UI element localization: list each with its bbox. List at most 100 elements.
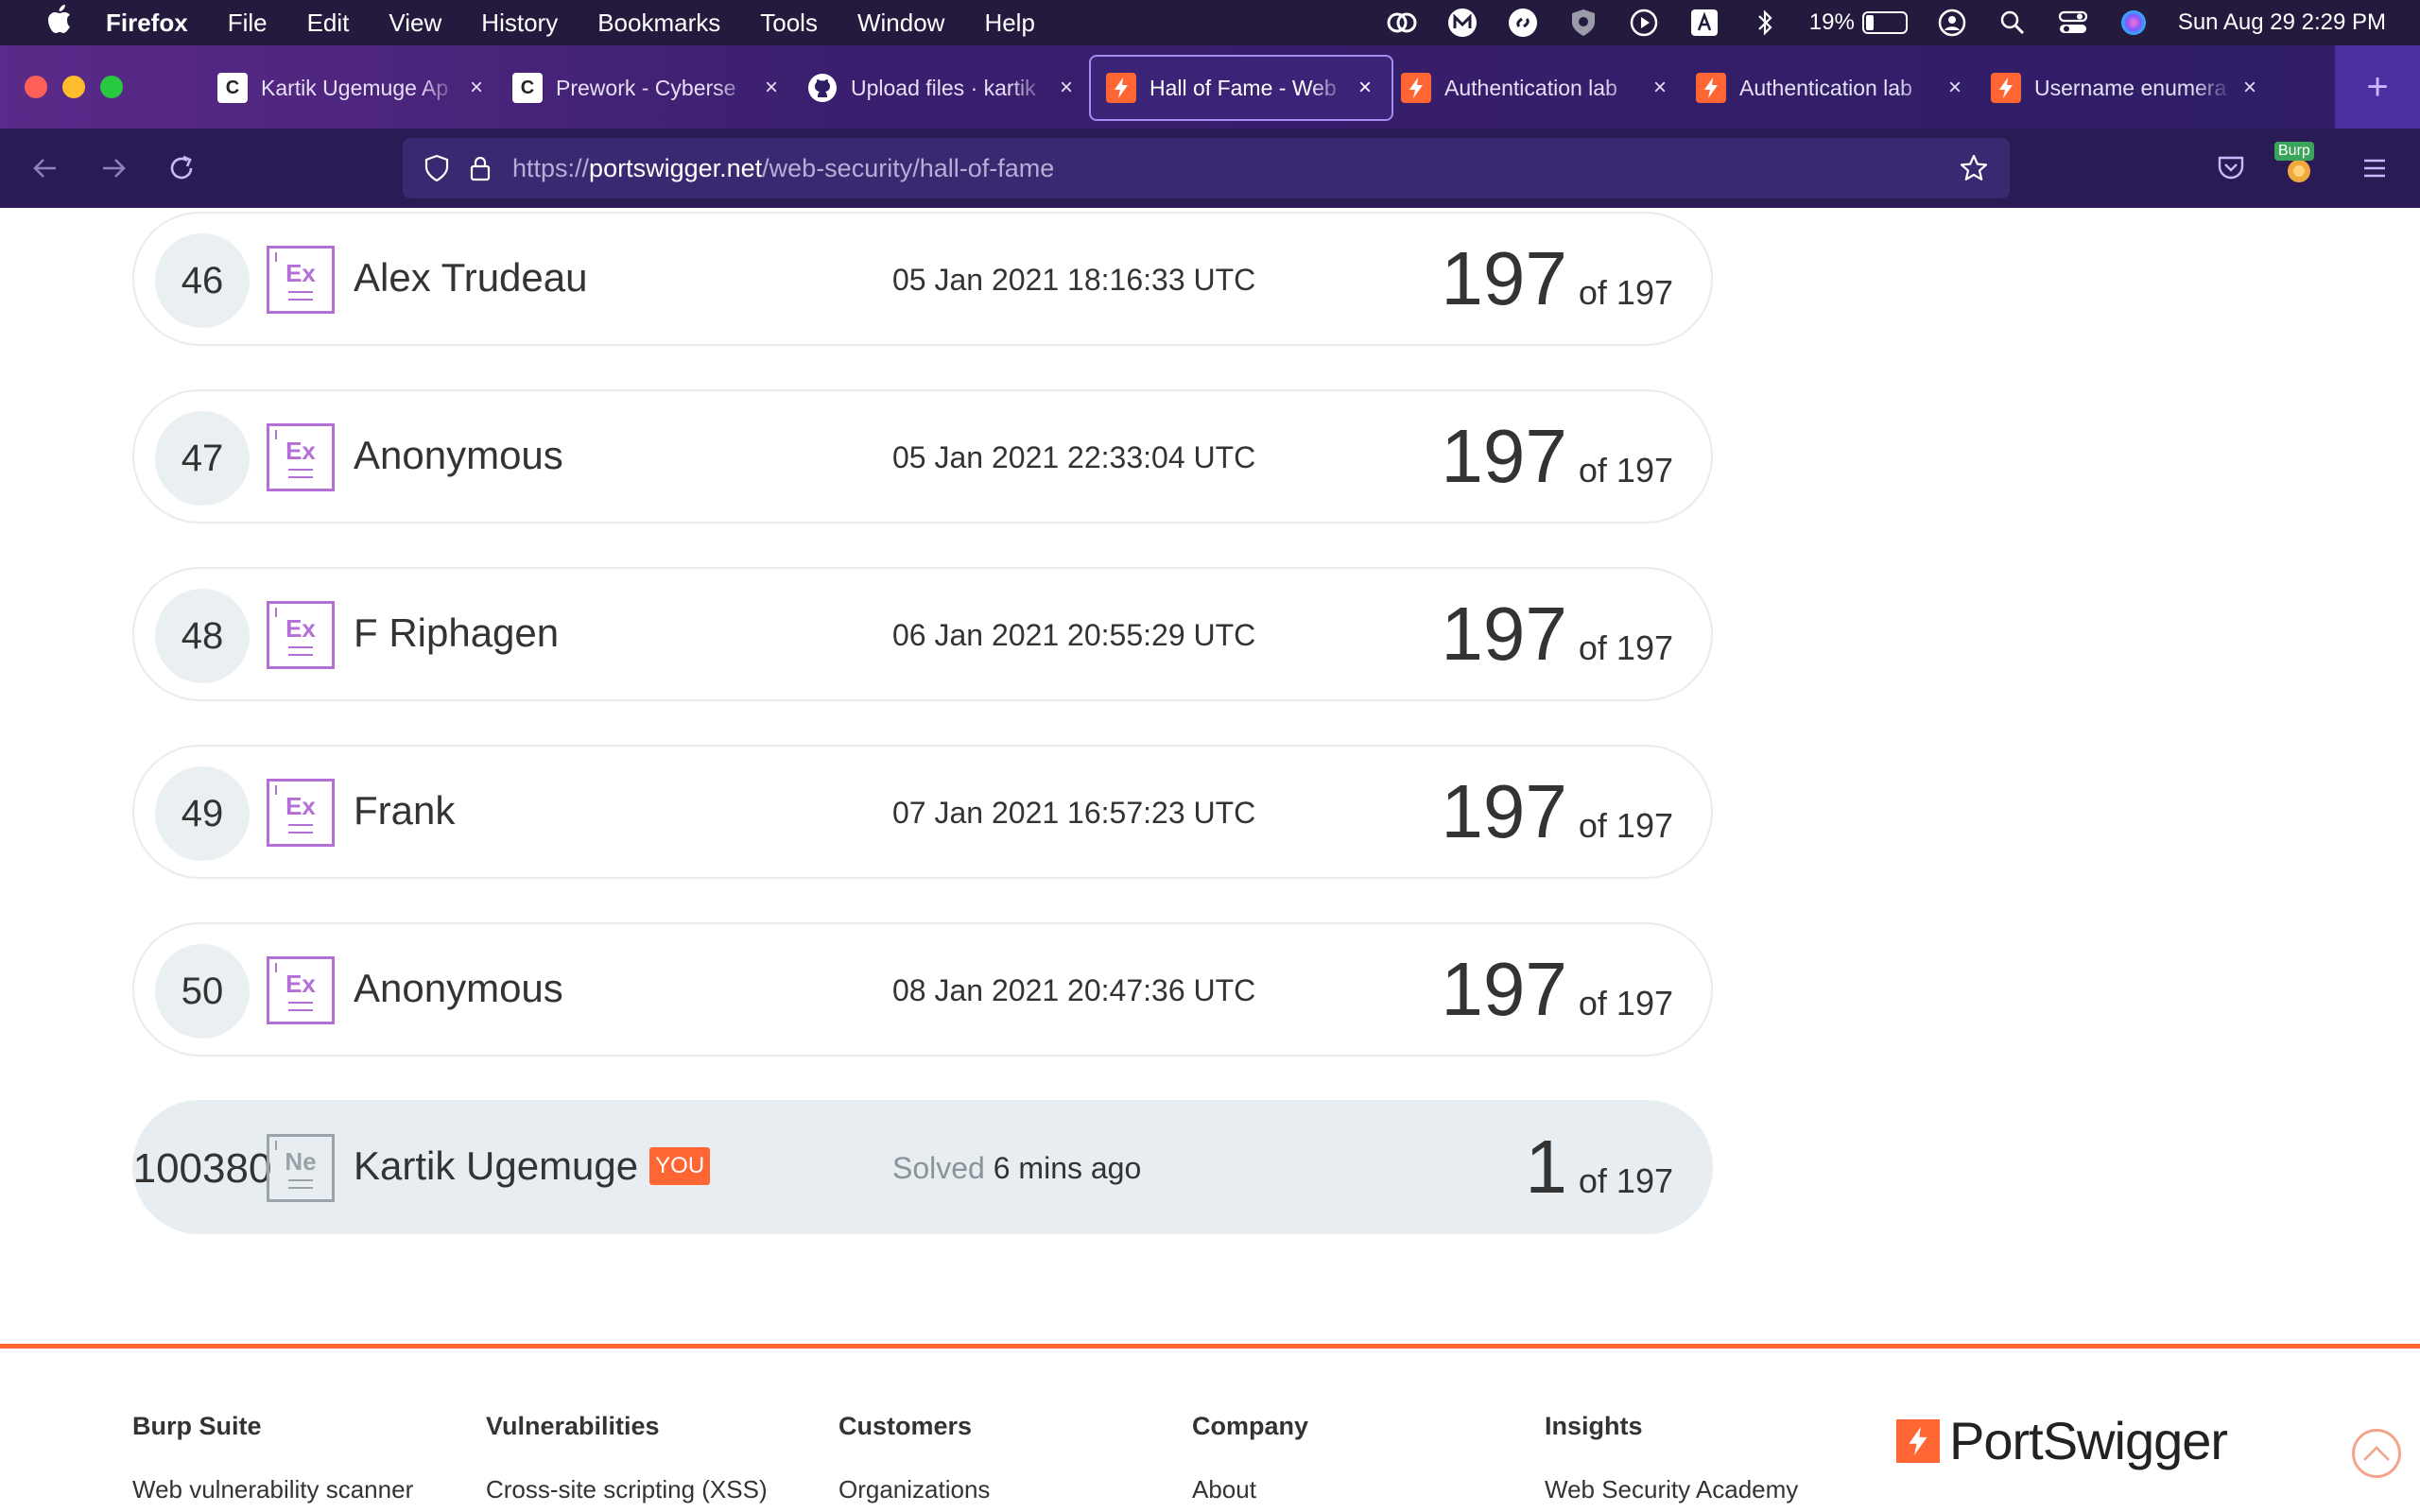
tab-close-icon[interactable]: × bbox=[1944, 75, 1966, 101]
scroll-to-top-button[interactable] bbox=[2352, 1429, 2401, 1478]
footer-heading: Insights bbox=[1545, 1412, 1643, 1440]
tab-close-icon[interactable]: × bbox=[465, 75, 488, 101]
user-name: Kartik Ugemuge YOU bbox=[354, 1143, 711, 1189]
back-arrow-icon[interactable] bbox=[25, 147, 66, 189]
leaderboard-row: 48 Ex F Riphagen 06 Jan 2021 20:55:29 UT… bbox=[132, 567, 1713, 701]
new-tab-button[interactable]: + bbox=[2335, 45, 2420, 129]
menu-view[interactable]: View bbox=[389, 9, 441, 38]
tracking-protection-shield-icon[interactable] bbox=[416, 147, 458, 189]
tab-hall-of-fame[interactable]: Hall of Fame - Web × bbox=[1089, 55, 1393, 121]
control-center-icon[interactable] bbox=[2057, 7, 2089, 39]
solved-score: 197 of 197 bbox=[1441, 236, 1673, 321]
user-name: Anonymous bbox=[354, 966, 563, 1011]
tab-close-icon[interactable]: × bbox=[1354, 75, 1376, 101]
menu-window[interactable]: Window bbox=[857, 9, 944, 38]
tab-title: Authentication lab bbox=[1444, 75, 1617, 100]
menu-file[interactable]: File bbox=[228, 9, 268, 38]
badge-code: Ex bbox=[285, 614, 316, 643]
footer-column-company: Company About bbox=[1192, 1412, 1308, 1504]
score-value: 1 bbox=[1525, 1125, 1567, 1209]
completion-date: 08 Jan 2021 20:47:36 UTC bbox=[892, 973, 1256, 1007]
expert-badge-icon: Ex bbox=[267, 423, 335, 491]
menu-tools[interactable]: Tools bbox=[760, 9, 818, 38]
battery-indicator[interactable]: 19% bbox=[1809, 9, 1908, 36]
tab-close-icon[interactable]: × bbox=[2238, 75, 2261, 101]
solved-time: Solved 6 mins ago bbox=[892, 1151, 1141, 1186]
siri-icon[interactable] bbox=[2118, 7, 2150, 39]
zoom-window-button[interactable] bbox=[100, 76, 123, 98]
hamburger-menu-icon[interactable] bbox=[2354, 147, 2395, 189]
menu-history[interactable]: History bbox=[481, 9, 558, 38]
menu-firefox[interactable]: Firefox bbox=[106, 9, 188, 38]
badge-code: Ex bbox=[285, 792, 316, 820]
spotlight-search-icon[interactable] bbox=[1996, 7, 2029, 39]
tab-authentication-lab-2[interactable]: Authentication lab × bbox=[1681, 55, 1981, 121]
tab-prework[interactable]: C Prework - Cyberse × bbox=[497, 55, 798, 121]
tab-title: Username enumera bbox=[2034, 75, 2227, 100]
github-favicon-icon bbox=[807, 73, 838, 103]
portswigger-favicon-icon bbox=[1106, 73, 1136, 103]
footer-heading: Company bbox=[1192, 1412, 1309, 1440]
footer-link[interactable]: Cross-site scripting (XSS) bbox=[486, 1475, 768, 1504]
footer-column-customers: Customers Organizations bbox=[838, 1412, 990, 1504]
tab-close-icon[interactable]: × bbox=[1649, 75, 1671, 101]
tab-upload-files[interactable]: Upload files · kartik × bbox=[792, 55, 1093, 121]
user-name-text: Frank bbox=[354, 788, 456, 833]
you-tag: YOU bbox=[649, 1147, 711, 1185]
creative-cloud-icon[interactable] bbox=[1386, 7, 1418, 39]
footer-link[interactable]: About bbox=[1192, 1475, 1308, 1504]
tab-title: Authentication lab bbox=[1739, 75, 1912, 100]
codepath-favicon-icon: C bbox=[512, 73, 543, 103]
score-value: 197 bbox=[1441, 414, 1567, 498]
minimize-window-button[interactable] bbox=[62, 76, 85, 98]
footer-link[interactable]: Organizations bbox=[838, 1475, 990, 1504]
tab-authentication-lab-1[interactable]: Authentication lab × bbox=[1386, 55, 1686, 121]
user-name: Frank bbox=[354, 788, 455, 833]
footer-link[interactable]: Web vulnerability scanner bbox=[132, 1475, 413, 1504]
tab-kartik-ugemuge[interactable]: C Kartik Ugemuge Ap × bbox=[202, 55, 503, 121]
pocket-icon[interactable] bbox=[2210, 147, 2252, 189]
burp-extension-icon[interactable]: Burp bbox=[2274, 142, 2320, 189]
brand-wordmark: PortSwigger bbox=[1949, 1411, 2228, 1470]
portswigger-logo[interactable]: PortSwigger bbox=[1896, 1410, 2228, 1471]
tab-close-icon[interactable]: × bbox=[1055, 75, 1078, 101]
footer-link[interactable]: Web Security Academy bbox=[1545, 1475, 1798, 1504]
leaderboard-row: 46 Ex Alex Trudeau 05 Jan 2021 18:16:33 … bbox=[132, 212, 1713, 346]
user-account-icon[interactable] bbox=[1936, 7, 1968, 39]
menu-bookmarks[interactable]: Bookmarks bbox=[597, 9, 720, 38]
solved-score: 197 of 197 bbox=[1441, 947, 1673, 1032]
apple-menu-icon[interactable] bbox=[40, 4, 78, 42]
lock-icon[interactable] bbox=[459, 147, 501, 189]
mail-m-icon[interactable] bbox=[1446, 7, 1478, 39]
tab-title: Prework - Cyberse bbox=[556, 75, 736, 100]
rank-number: 50 bbox=[155, 944, 250, 1039]
url-path: /web-security/hall-of-fame bbox=[762, 153, 1055, 182]
bookmark-star-icon[interactable] bbox=[1953, 147, 1995, 189]
reload-icon[interactable] bbox=[161, 147, 202, 189]
play-circle-icon[interactable] bbox=[1628, 7, 1660, 39]
shazam-icon[interactable] bbox=[1507, 7, 1539, 39]
input-source-a-icon[interactable] bbox=[1688, 7, 1720, 39]
expert-badge-icon: Ex bbox=[267, 601, 335, 669]
url-text[interactable]: https://portswigger.net/web-security/hal… bbox=[512, 154, 1054, 183]
completion-date: 05 Jan 2021 18:16:33 UTC bbox=[892, 263, 1256, 297]
shield-vpn-icon[interactable] bbox=[1567, 7, 1599, 39]
menu-edit[interactable]: Edit bbox=[307, 9, 350, 38]
tab-username-enumeration[interactable]: Username enumera × bbox=[1976, 55, 2276, 121]
close-window-button[interactable] bbox=[25, 76, 47, 98]
user-name-text: Anonymous bbox=[354, 433, 563, 477]
window-controls bbox=[25, 76, 123, 98]
forward-arrow-icon[interactable] bbox=[93, 147, 134, 189]
completion-date: 07 Jan 2021 16:57:23 UTC bbox=[892, 796, 1256, 830]
rank-number: 47 bbox=[155, 411, 250, 506]
address-bar[interactable]: https://portswigger.net/web-security/hal… bbox=[403, 138, 2010, 198]
menu-help[interactable]: Help bbox=[984, 9, 1034, 38]
menubar-clock[interactable]: Sun Aug 29 2:29 PM bbox=[2178, 9, 2386, 36]
url-host: portswigger.net bbox=[589, 153, 763, 182]
tab-close-icon[interactable]: × bbox=[760, 75, 783, 101]
score-value: 197 bbox=[1441, 236, 1567, 320]
bluetooth-icon[interactable] bbox=[1749, 7, 1781, 39]
tab-title: Upload files · kartik bbox=[851, 75, 1036, 100]
solved-score: 197 of 197 bbox=[1441, 769, 1673, 854]
leaderboard-row: 49 Ex Frank 07 Jan 2021 16:57:23 UTC 197… bbox=[132, 745, 1713, 879]
